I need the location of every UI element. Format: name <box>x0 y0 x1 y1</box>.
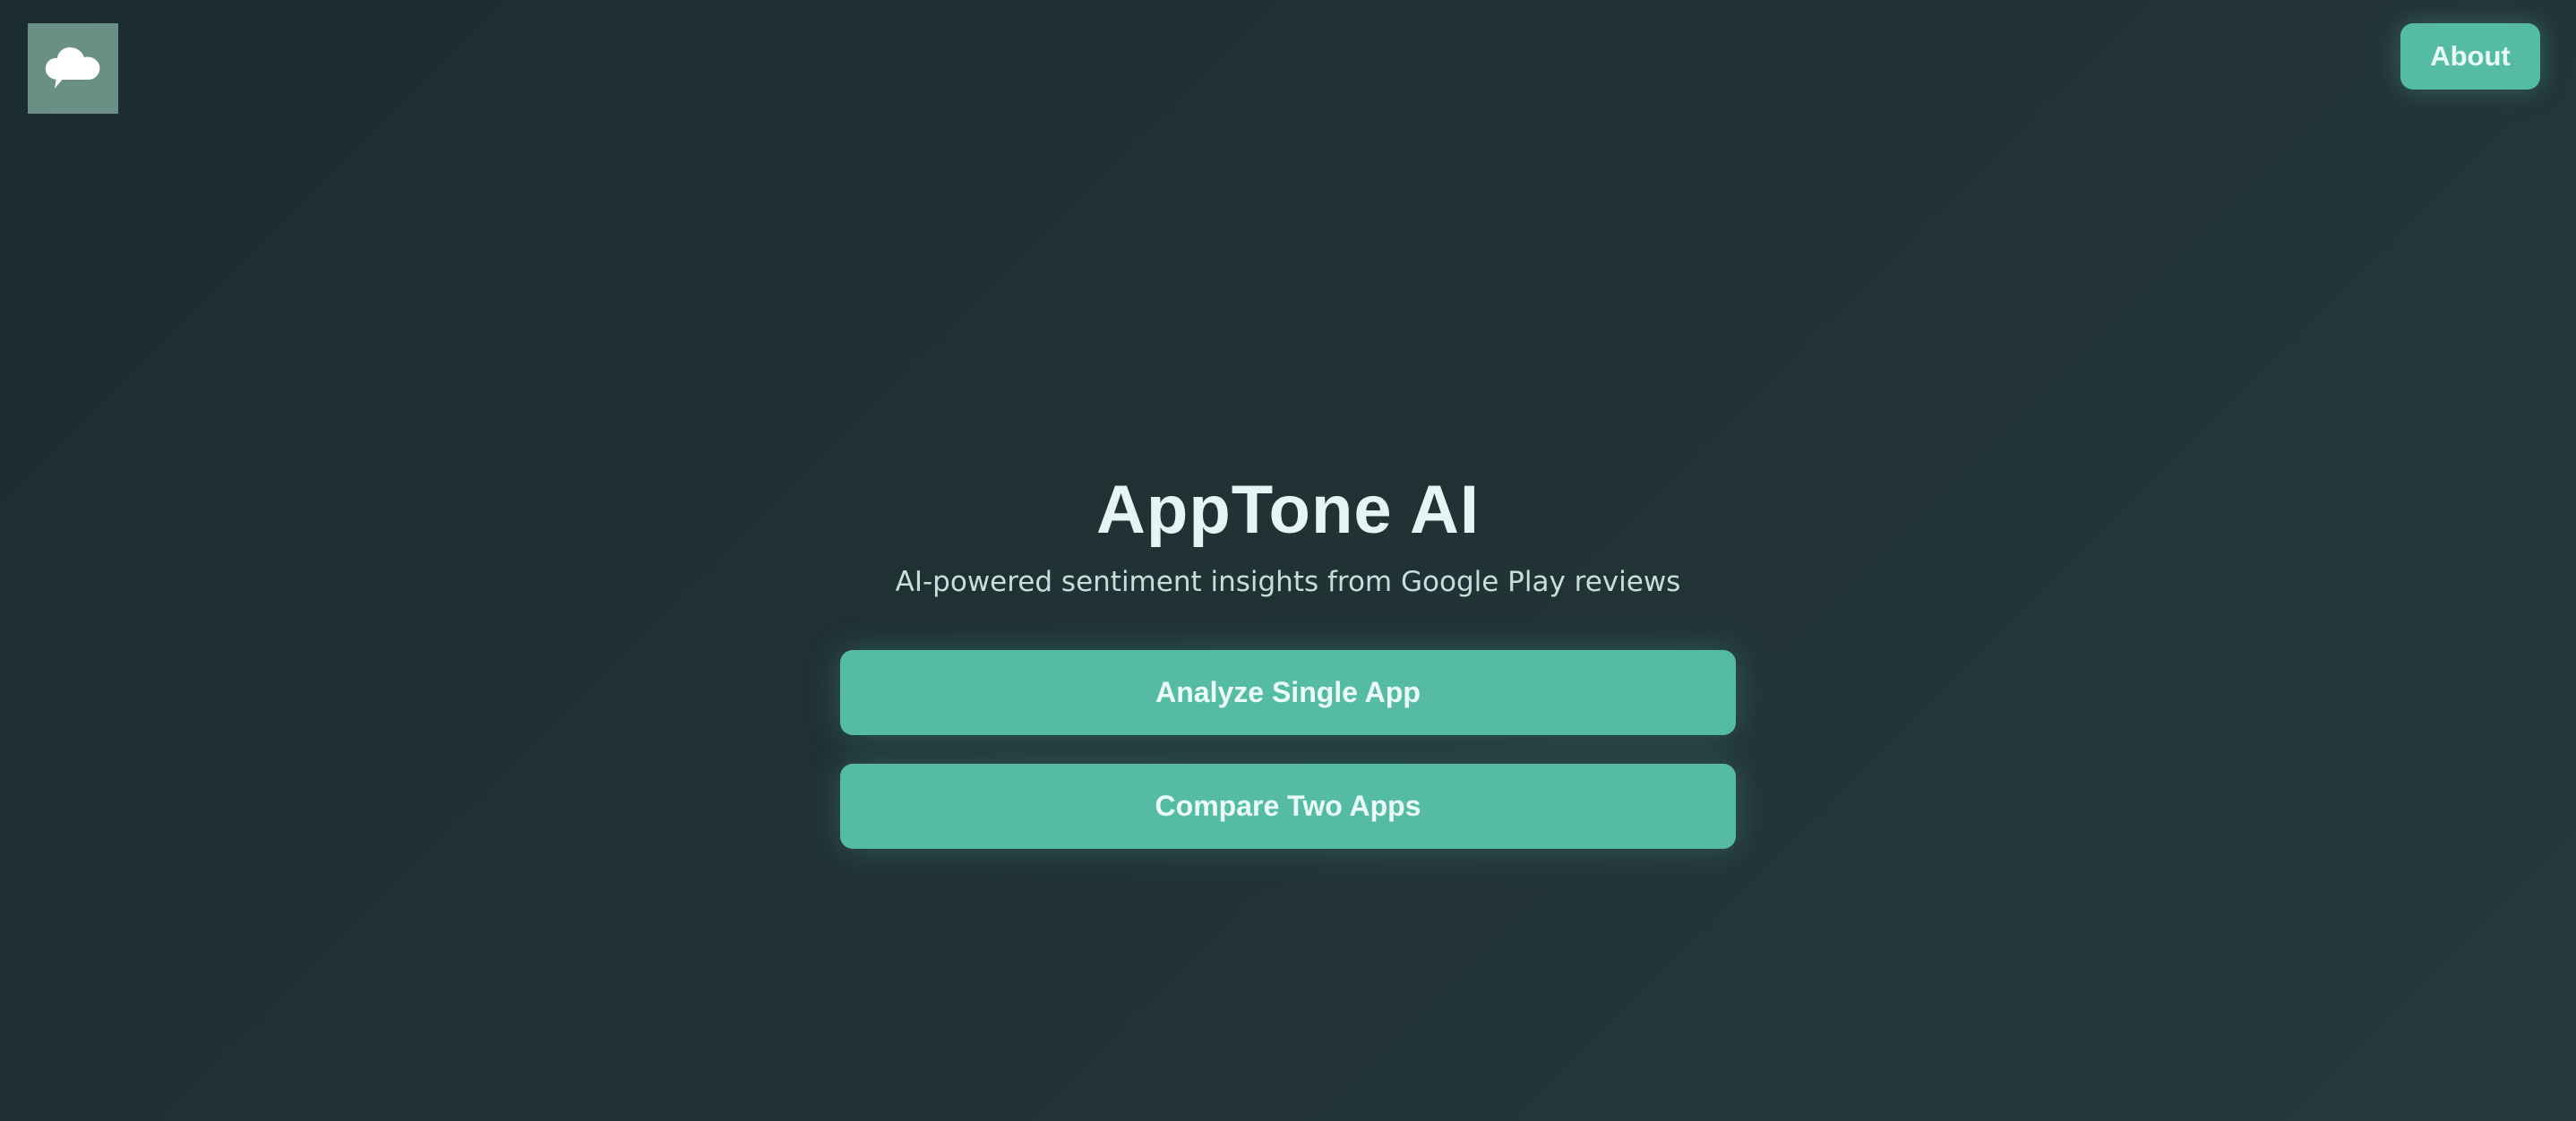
compare-two-apps-button[interactable]: Compare Two Apps <box>840 764 1736 849</box>
page-title: AppTone AI <box>1096 472 1480 548</box>
action-buttons: Analyze Single App Compare Two Apps <box>840 650 1736 849</box>
about-button[interactable]: About <box>2400 23 2540 90</box>
app-logo[interactable] <box>28 23 118 114</box>
analyze-single-app-button[interactable]: Analyze Single App <box>840 650 1736 735</box>
hero-section: AppTone AI AI-powered sentiment insights… <box>0 466 2576 849</box>
cloud-speech-bubble-icon <box>45 47 99 89</box>
page-subtitle: AI-powered sentiment insights from Googl… <box>895 566 1681 598</box>
